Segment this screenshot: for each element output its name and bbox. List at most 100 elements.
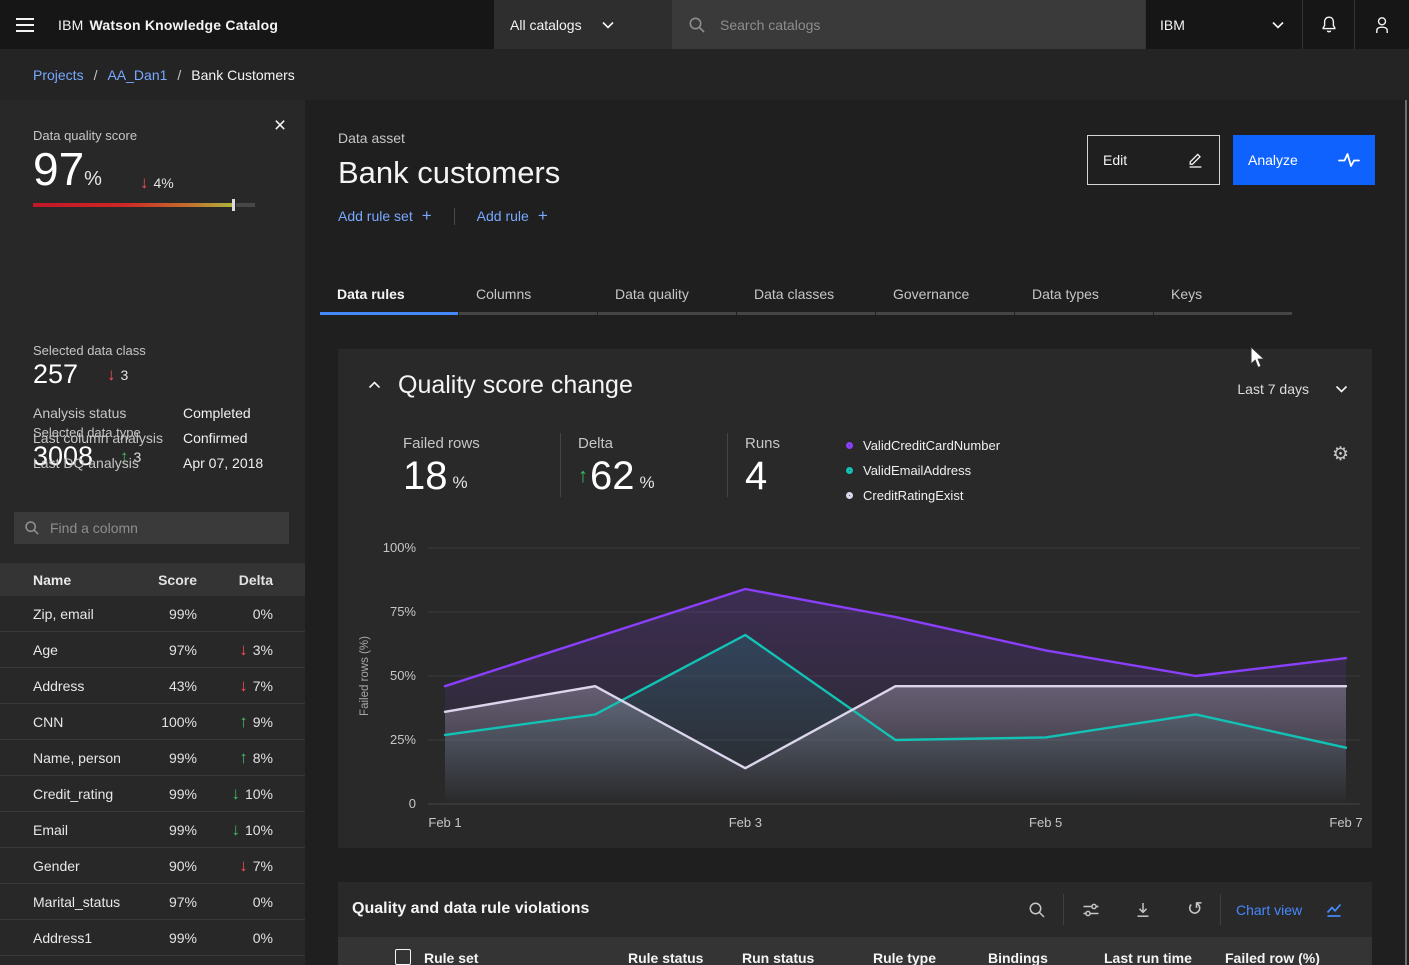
column-name: Gender <box>33 858 133 874</box>
header-name: Name <box>33 572 133 588</box>
meta-label: Last column analysis <box>33 430 183 446</box>
column-name: CNN <box>33 714 133 730</box>
search-icon <box>1028 901 1046 919</box>
download-icon <box>1134 901 1152 919</box>
column-name: Age <box>33 642 133 658</box>
user-profile-button[interactable] <box>1354 0 1409 49</box>
breadcrumb-separator: / <box>177 67 181 83</box>
table-row[interactable]: Zip, email99%0% <box>0 596 305 632</box>
analyze-button[interactable]: Analyze <box>1233 135 1375 185</box>
tab-governance[interactable]: Governance <box>876 278 1014 315</box>
column-score: 99% <box>133 822 197 838</box>
svg-text:Failed rows (%): Failed rows (%) <box>359 636 371 716</box>
download-button[interactable] <box>1123 882 1163 937</box>
add-rule-set-link[interactable]: Add rule set+ <box>338 206 432 226</box>
select-all-checkbox[interactable] <box>395 949 411 965</box>
column-delta: ↓7% <box>197 857 273 874</box>
quality-score-card: Quality score change Last 7 days Failed … <box>338 349 1372 848</box>
delta-value: 8% <box>253 750 273 766</box>
edit-button[interactable]: Edit <box>1087 135 1220 185</box>
column-name: Credit_rating <box>33 786 133 802</box>
svg-text:100%: 100% <box>383 540 417 555</box>
add-rule-link[interactable]: Add rule+ <box>477 206 548 226</box>
meta-row: Last DQ analysisApr 07, 2018 <box>33 450 289 475</box>
tab-data-quality[interactable]: Data quality <box>598 278 736 315</box>
table-row[interactable]: Email99%↓10% <box>0 812 305 848</box>
tab-data-rules[interactable]: Data rules <box>320 278 458 315</box>
brand-prefix: IBM <box>58 17 84 33</box>
filter-settings-button[interactable] <box>1071 882 1111 937</box>
header-delta: Delta <box>197 572 273 588</box>
breadcrumb-projects-link[interactable]: Projects <box>33 67 84 83</box>
table-row[interactable]: Name, person99%↑8% <box>0 740 305 776</box>
collapse-chevron-up-icon[interactable] <box>368 381 381 389</box>
chart-title: Quality score change <box>398 371 633 400</box>
main-content: Data asset Bank customers Add rule set+ … <box>305 100 1409 965</box>
violations-column-header: Rule set <box>424 950 478 965</box>
column-score: 100% <box>133 714 197 730</box>
vertical-scrollbar[interactable] <box>1405 100 1407 965</box>
delta-value: 3% <box>253 642 273 658</box>
arrow-up-icon: ↑ <box>578 465 588 488</box>
tab-data-classes[interactable]: Data classes <box>737 278 875 315</box>
breadcrumb-project-link[interactable]: AA_Dan1 <box>107 67 167 83</box>
legend-ring-icon <box>846 467 853 474</box>
account-dropdown[interactable]: IBM <box>1145 0 1302 49</box>
delta-value: 7% <box>253 858 273 874</box>
search-icon <box>688 16 706 34</box>
table-row[interactable]: Gender90%↓7% <box>0 848 305 884</box>
violations-column-header: Last run time <box>1104 950 1192 965</box>
table-search-button[interactable] <box>1017 882 1057 937</box>
divider <box>560 433 561 497</box>
arrow-up-icon: ↑ <box>239 713 248 730</box>
catalog-search-input[interactable] <box>720 17 1129 33</box>
violations-column-header: Run status <box>742 950 814 965</box>
table-row[interactable]: Address43%↓7% <box>0 668 305 704</box>
column-name: Email <box>33 822 133 838</box>
hamburger-menu-icon[interactable] <box>0 0 50 49</box>
violations-card: Quality and data rule violations ↺ Chart… <box>338 882 1372 965</box>
svg-text:Feb 3: Feb 3 <box>729 815 762 830</box>
breadcrumb-separator: / <box>94 67 98 83</box>
arrow-down-icon: ↓ <box>107 366 116 383</box>
svg-text:Feb 5: Feb 5 <box>1029 815 1062 830</box>
chart-view-toggle[interactable]: Chart view <box>1236 882 1344 937</box>
svg-text:0: 0 <box>409 796 416 811</box>
column-delta: ↓10% <box>197 785 273 802</box>
legend-item: ValidCreditCardNumber <box>846 433 1000 458</box>
column-score: 97% <box>133 642 197 658</box>
table-row[interactable]: Marital_status97%0% <box>0 884 305 920</box>
table-row[interactable]: Credit_rating99%↓10% <box>0 776 305 812</box>
tab-data-types[interactable]: Data types <box>1015 278 1153 315</box>
table-row[interactable]: Address199%0% <box>0 920 305 956</box>
score-value: 97% <box>33 146 102 192</box>
data-quality-sidebar: × Data quality score 97% ↓ 4% Selected d… <box>0 100 305 965</box>
page-title: Bank customers <box>338 155 560 191</box>
tab-keys[interactable]: Keys <box>1154 278 1292 315</box>
notifications-button[interactable] <box>1302 0 1354 49</box>
table-row[interactable]: Age97% ↓ 3% <box>0 632 305 668</box>
divider <box>454 208 455 225</box>
find-column-input[interactable] <box>50 520 279 536</box>
arrow-down-icon: ↓ <box>239 641 248 658</box>
divider <box>1220 894 1221 925</box>
column-delta: ↓10% <box>197 821 273 838</box>
close-icon[interactable]: × <box>269 114 291 136</box>
refresh-button[interactable]: ↺ <box>1175 882 1215 937</box>
date-range-dropdown[interactable]: Last 7 days <box>1237 381 1348 397</box>
header-score: Score <box>133 572 197 588</box>
delta-value: 7% <box>253 678 273 694</box>
violations-column-header: Rule status <box>628 950 703 965</box>
column-delta: 0% <box>197 606 273 622</box>
divider <box>727 433 728 497</box>
score-gradient-bar <box>33 203 255 207</box>
settings-adjust-icon <box>1082 901 1100 919</box>
breadcrumb-current: Bank Customers <box>191 67 294 83</box>
violations-column-header: Rule type <box>873 950 936 965</box>
table-row[interactable]: CNN100%↑9% <box>0 704 305 740</box>
gear-icon[interactable]: ⚙ <box>1332 445 1349 464</box>
arrow-down-icon: ↓ <box>140 174 149 191</box>
catalog-selector-dropdown[interactable]: All catalogs <box>494 0 672 49</box>
meta-value: Confirmed <box>183 430 248 446</box>
tab-columns[interactable]: Columns <box>459 278 597 315</box>
